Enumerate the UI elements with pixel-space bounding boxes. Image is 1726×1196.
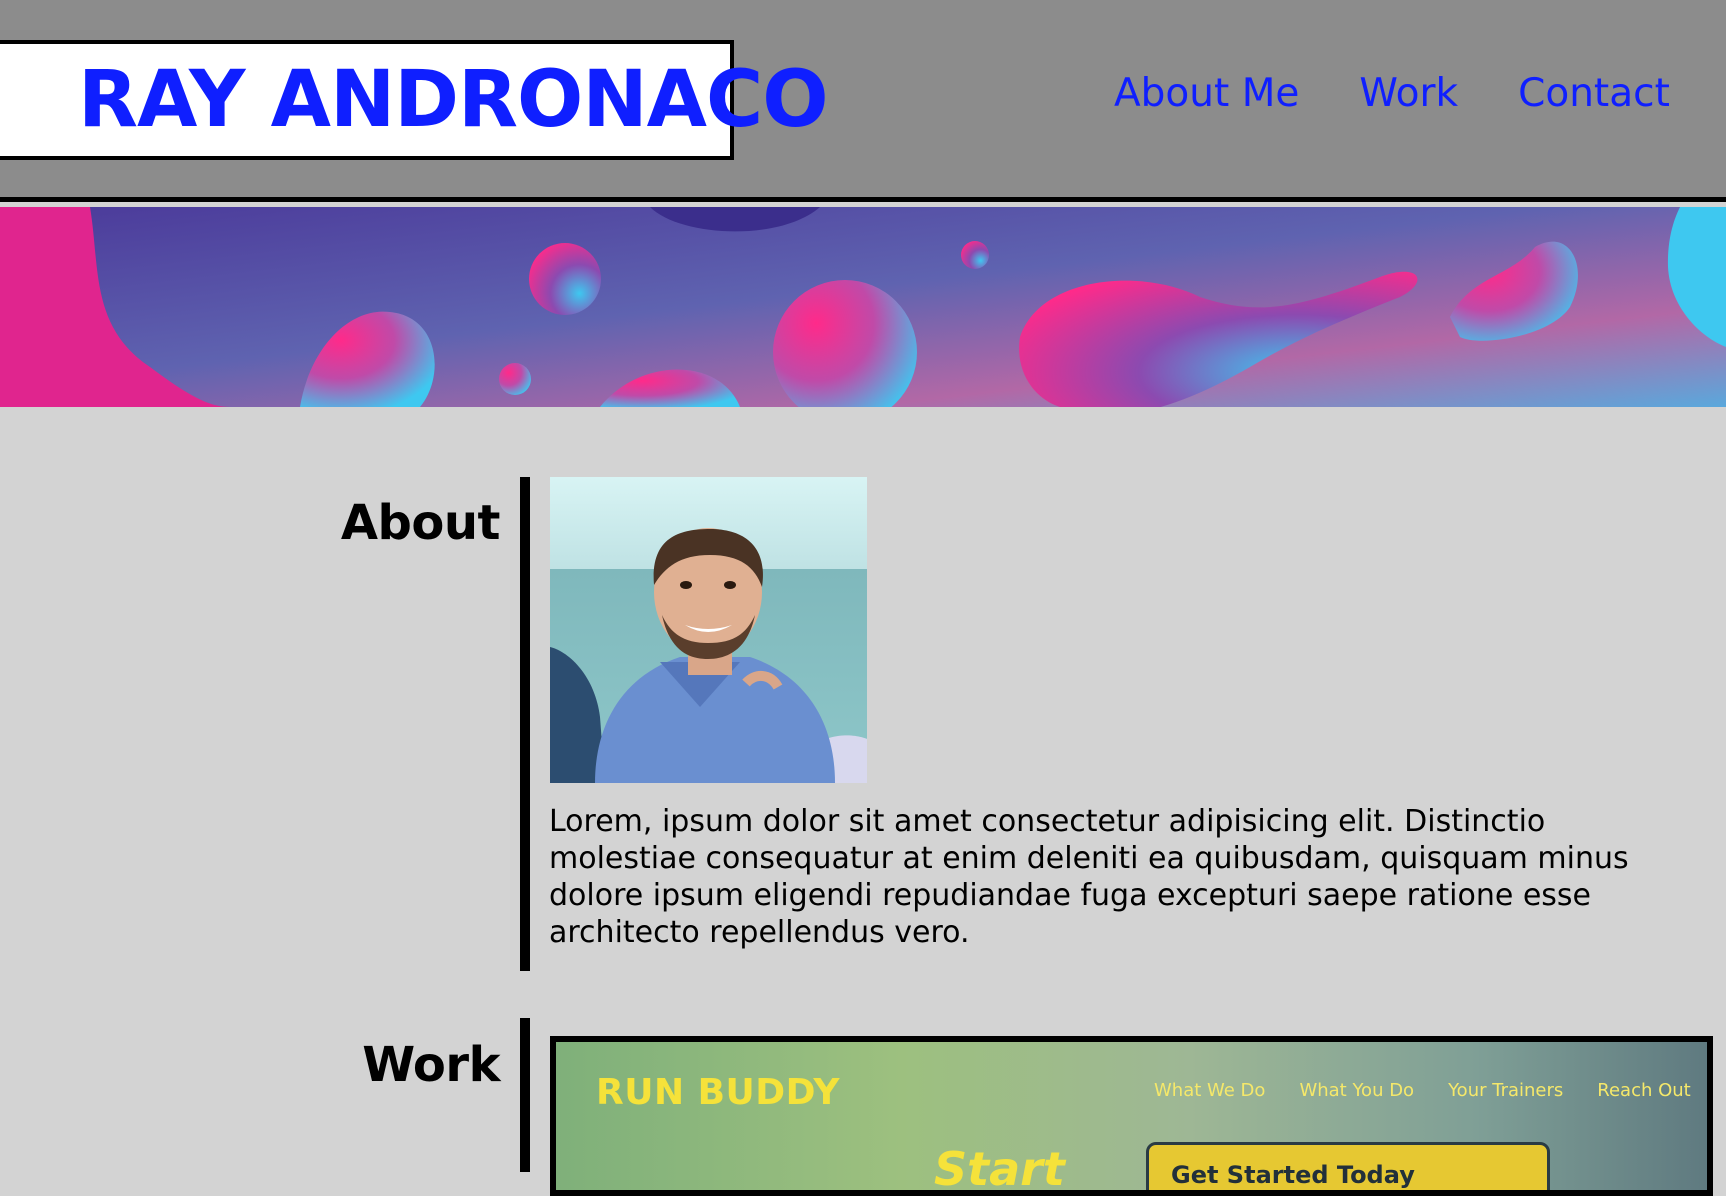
work-heading: Work [362, 1037, 500, 1093]
nav-about-me-link[interactable]: About Me [1114, 70, 1299, 118]
hero-banner [0, 207, 1726, 407]
about-photo [550, 477, 867, 783]
run-buddy-cta-text: Get Started Today [1171, 1161, 1415, 1189]
work-divider [520, 1018, 530, 1172]
run-buddy-nav-item: What You Do [1299, 1080, 1415, 1101]
site-logo[interactable]: RAY ANDRONACO [78, 52, 829, 148]
about-heading: About [340, 495, 501, 551]
run-buddy-nav-item: Reach Out [1597, 1080, 1691, 1101]
run-buddy-cta-box: Get Started Today [1146, 1142, 1550, 1190]
run-buddy-nav-item: Your Trainers [1448, 1080, 1564, 1101]
run-buddy-nav: What We Do What You Do Your Trainers Rea… [1154, 1080, 1707, 1101]
hero-banner-graphic [0, 207, 1726, 407]
about-divider [520, 477, 530, 971]
about-paragraph: Lorem, ipsum dolor sit amet consectetur … [549, 804, 1629, 950]
site-header: RAY ANDRONACO About Me Work Contact [0, 0, 1726, 202]
main-nav: About Me Work Contact [1114, 70, 1670, 118]
nav-contact-link[interactable]: Contact [1518, 70, 1670, 118]
portrait-image [550, 477, 867, 783]
run-buddy-logo: RUN BUDDY [596, 1072, 841, 1113]
run-buddy-headline: Start [934, 1142, 1065, 1196]
nav-work-link[interactable]: Work [1359, 70, 1458, 118]
work-project-preview[interactable]: RUN BUDDY What We Do What You Do Your Tr… [550, 1036, 1713, 1196]
run-buddy-nav-item: What We Do [1154, 1080, 1266, 1101]
logo-box: RAY ANDRONACO [0, 40, 829, 160]
